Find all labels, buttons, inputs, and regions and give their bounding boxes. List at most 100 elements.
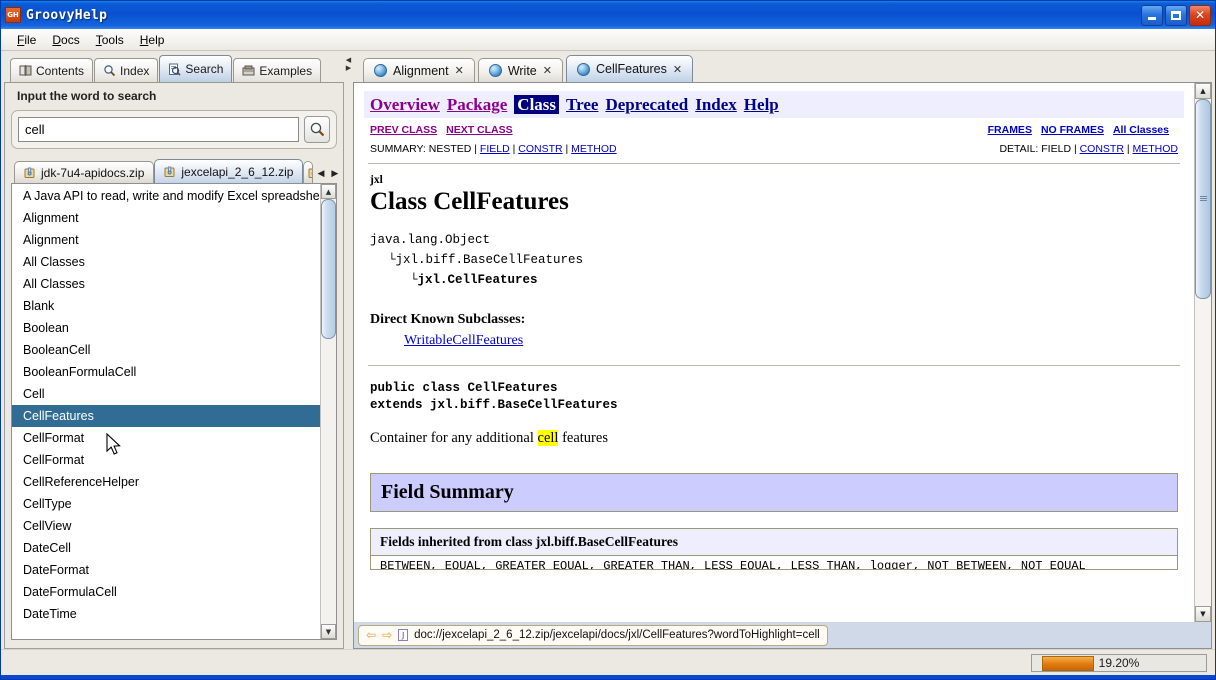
doc-tab-alignment-close-icon[interactable]: ✕: [455, 64, 464, 77]
package-name: jxl: [370, 174, 383, 186]
nav-package-link[interactable]: Package: [447, 95, 507, 114]
doc-tab-write[interactable]: Write ✕: [477, 58, 563, 82]
next-class-link[interactable]: NEXT CLASS: [446, 124, 513, 136]
summary-field-link[interactable]: FIELD: [480, 143, 510, 155]
result-item-selected[interactable]: CellFeatures: [12, 405, 320, 427]
zip-scroll-right-icon[interactable]: ▶: [331, 169, 338, 179]
search-input[interactable]: [18, 117, 299, 142]
book-icon: [19, 64, 32, 77]
results-scroll-track[interactable]: [321, 199, 336, 624]
results-scroll-thumb[interactable]: [321, 199, 336, 339]
result-item[interactable]: DateFormulaCell: [12, 581, 320, 603]
window-bottom-edge: [1, 675, 1215, 679]
doc-scroll-track[interactable]: [1195, 99, 1211, 606]
summary-method-link[interactable]: METHOD: [571, 143, 617, 155]
no-frames-link[interactable]: NO FRAMES: [1041, 124, 1104, 136]
collapse-right-icon[interactable]: ▶: [346, 64, 351, 72]
subclass-writablecellfeatures-link[interactable]: WritableCellFeatures: [404, 333, 523, 348]
field-summary-heading: Field Summary: [370, 473, 1178, 512]
doc-tab-cellfeatures[interactable]: CellFeatures ✕: [565, 55, 694, 82]
tab-contents[interactable]: Contents: [10, 58, 94, 82]
nav-help-link[interactable]: Help: [744, 95, 779, 114]
inherited-fields-heading: Fields inherited from class jxl.biff.Bas…: [370, 528, 1178, 556]
app-icon: GH: [5, 7, 21, 23]
menu-help-rest: elp: [148, 32, 165, 47]
result-item[interactable]: DateCell: [12, 537, 320, 559]
menu-docs[interactable]: Docs: [44, 31, 87, 49]
nav-deprecated-link[interactable]: Deprecated: [605, 95, 688, 114]
detail-constr-link[interactable]: CONSTR: [1080, 143, 1124, 155]
detail-group: DETAIL: FIELD | CONSTR | METHOD: [999, 143, 1178, 155]
detail-method-link[interactable]: METHOD: [1133, 143, 1179, 155]
doc-tab-write-close-icon[interactable]: ✕: [543, 64, 552, 77]
result-item[interactable]: Blank: [12, 295, 320, 317]
result-item[interactable]: CellView: [12, 515, 320, 537]
globe-icon: [488, 64, 502, 77]
result-item[interactable]: CellType: [12, 493, 320, 515]
result-item[interactable]: CellFormat: [12, 449, 320, 471]
summary-constr-link[interactable]: CONSTR: [518, 143, 562, 155]
tab-search[interactable]: Search: [159, 55, 233, 82]
result-item[interactable]: Cell: [12, 383, 320, 405]
close-button[interactable]: ✕: [1189, 4, 1211, 26]
forward-arrow-icon[interactable]: ⇨: [382, 628, 392, 642]
zip-tab-jdk[interactable]: jdk-7u4-apidocs.zip: [14, 161, 155, 183]
back-arrow-icon[interactable]: ⇦: [366, 628, 376, 642]
maximize-button[interactable]: [1165, 4, 1187, 26]
doc-scroll-up-button[interactable]: ▲: [1195, 83, 1211, 99]
nav-overview-link[interactable]: Overview: [370, 95, 440, 114]
doc-tab-cellfeatures-close-icon[interactable]: ✕: [673, 63, 682, 76]
result-item[interactable]: BooleanCell: [12, 339, 320, 361]
result-item[interactable]: BooleanFormulaCell: [12, 361, 320, 383]
result-item[interactable]: Alignment: [12, 207, 320, 229]
tab-index[interactable]: Index: [94, 58, 159, 82]
doc-tab-write-label: Write: [507, 63, 537, 78]
result-item[interactable]: CellFormat: [12, 427, 320, 449]
javadoc-icon: J: [398, 629, 409, 641]
menu-file[interactable]: File: [9, 31, 44, 49]
result-item[interactable]: All Classes: [12, 273, 320, 295]
result-item[interactable]: CellReferenceHelper: [12, 471, 320, 493]
zip-tab-partial[interactable]: [303, 161, 314, 183]
nav-index-link[interactable]: Index: [695, 95, 737, 114]
search-button[interactable]: [304, 116, 330, 143]
minimize-icon: [1148, 16, 1156, 20]
zip-tab-jexcelapi[interactable]: jexcelapi_2_6_12.zip: [154, 159, 304, 183]
search-results-list[interactable]: A Java API to read, write and modify Exc…: [11, 183, 337, 640]
doc-scroll-thumb[interactable]: [1195, 99, 1211, 299]
all-classes-link[interactable]: All Classes: [1113, 124, 1169, 136]
inherited-fields-list: BETWEEN, EQUAL, GREATER_EQUAL, GREATER_T…: [370, 556, 1178, 570]
minimize-button[interactable]: [1141, 4, 1163, 26]
javadoc-navbar: Overview Package Class Tree Deprecated Index H…: [364, 91, 1184, 118]
frames-link[interactable]: FRAMES: [988, 124, 1032, 136]
document-scrollbar[interactable]: ▲ ▼: [1194, 83, 1211, 622]
url-field[interactable]: ⇦ ⇨ J doc://jexcelapi_2_6_12.zip/jexcela…: [358, 624, 828, 646]
scroll-up-button[interactable]: ▲: [321, 184, 336, 199]
doc-tab-alignment[interactable]: Alignment ✕: [363, 58, 475, 82]
zip-icon: [308, 167, 313, 179]
results-scrollbar[interactable]: ▲ ▼: [320, 184, 336, 639]
pane-splitter[interactable]: ◀ ▶: [344, 54, 353, 649]
result-item[interactable]: Alignment: [12, 229, 320, 251]
prev-class-link[interactable]: PREV CLASS: [370, 124, 437, 136]
class-title: Class CellFeatures: [370, 188, 569, 215]
doc-scroll-down-button[interactable]: ▼: [1195, 606, 1211, 622]
menu-tools[interactable]: Tools: [88, 31, 132, 49]
nav-class-link[interactable]: Class: [514, 95, 560, 114]
examples-icon: [242, 64, 255, 77]
scroll-down-button[interactable]: ▼: [321, 624, 336, 639]
nav-tree-link[interactable]: Tree: [566, 95, 598, 114]
left-panel: Contents Index Search Examples Input the…: [4, 54, 344, 649]
tab-search-label: Search: [185, 62, 224, 76]
result-item[interactable]: DateTime: [12, 603, 320, 625]
document-viewer: Overview Package Class Tree Deprecated Index H…: [353, 82, 1212, 649]
collapse-left-icon[interactable]: ◀: [346, 56, 351, 64]
result-item[interactable]: DateFormat: [12, 559, 320, 581]
tab-examples[interactable]: Examples: [233, 58, 322, 82]
menu-help[interactable]: Help: [132, 31, 173, 49]
result-item[interactable]: All Classes: [12, 251, 320, 273]
result-item[interactable]: Boolean: [12, 317, 320, 339]
frames-group: FRAMES NO FRAMES All Classes: [988, 124, 1178, 136]
zip-scroll-left-icon[interactable]: ◀: [317, 169, 324, 179]
result-item[interactable]: A Java API to read, write and modify Exc…: [12, 185, 320, 207]
